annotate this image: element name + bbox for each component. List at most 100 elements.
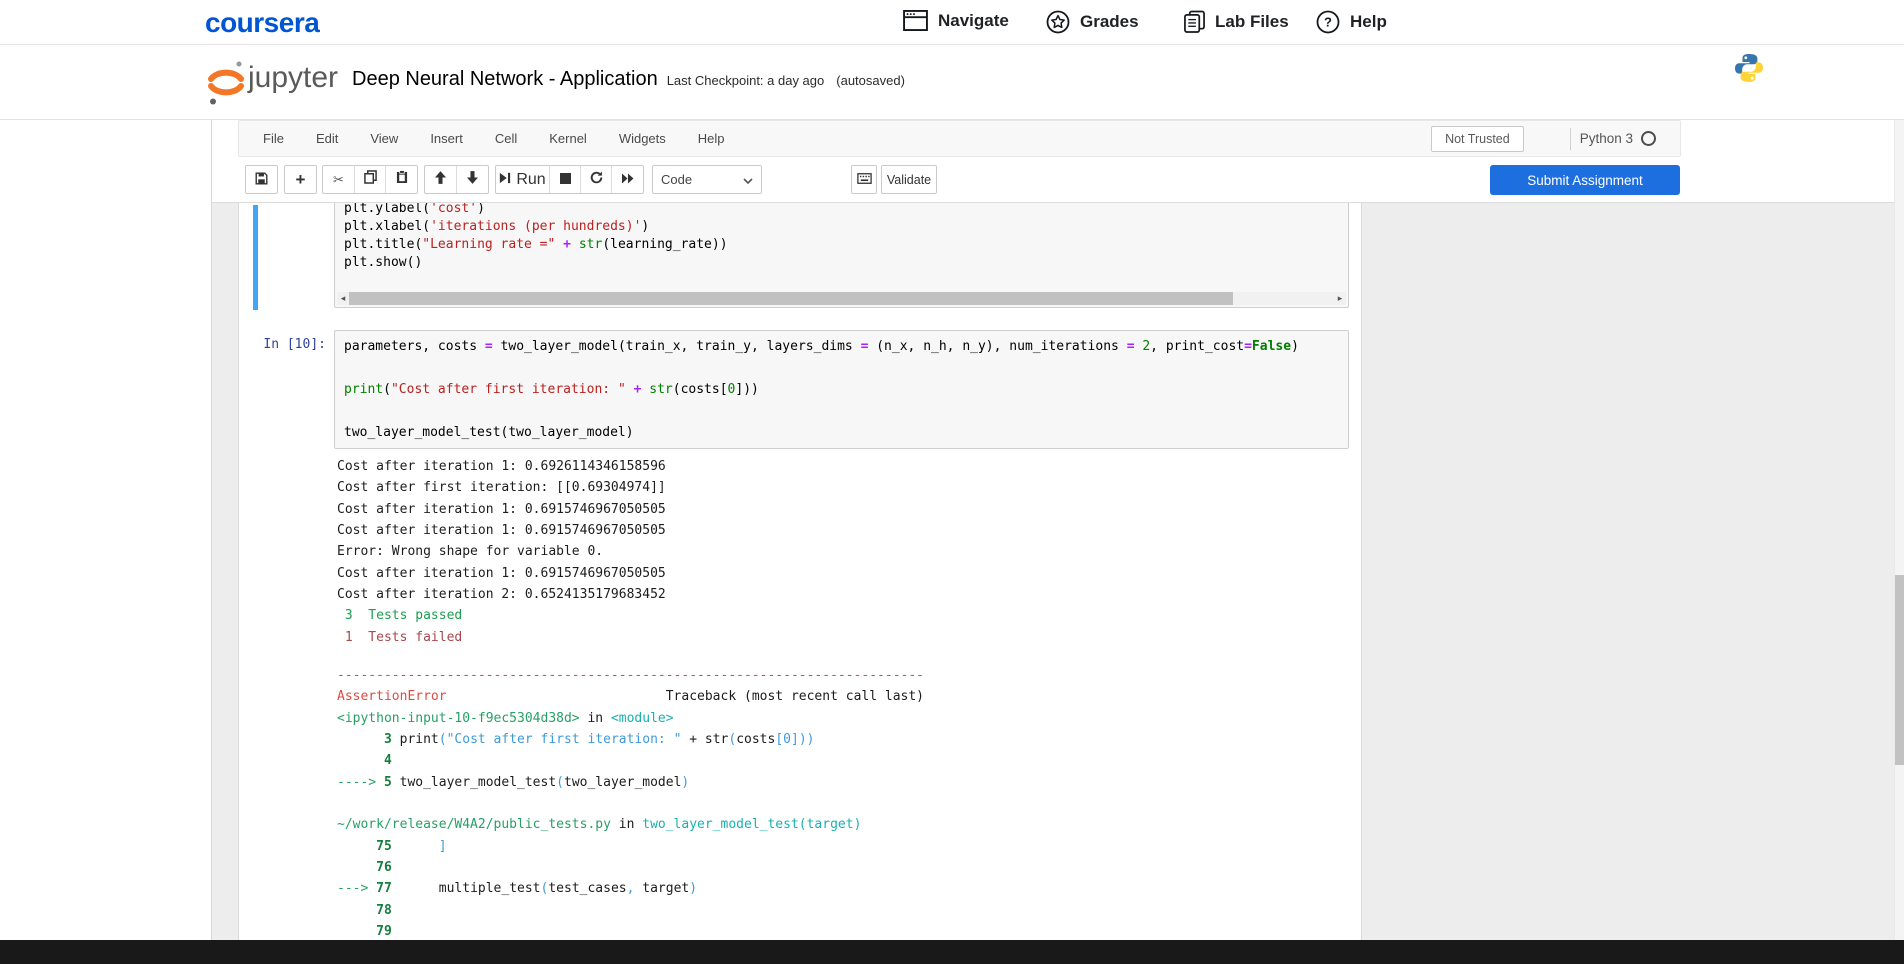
- nav-item-navigate[interactable]: Navigate: [903, 10, 1009, 31]
- lab-left-panel: [0, 120, 212, 940]
- checkpoint-status: Last Checkpoint: a day ago: [666, 73, 825, 88]
- menu-item-insert[interactable]: Insert: [414, 121, 479, 156]
- stop-icon: [559, 171, 571, 189]
- code-line: 3 print("Cost after first iteration: " +…: [383, 731, 815, 747]
- add-cell-button[interactable]: +: [284, 165, 317, 194]
- run-label: Run: [516, 170, 546, 188]
- run-button[interactable]: Run: [496, 166, 550, 193]
- code-line: 78: [376, 902, 392, 918]
- menu-item-file[interactable]: File: [247, 121, 300, 156]
- jupyter-header: jupyter Deep Neural Network - Applicatio…: [0, 46, 1904, 120]
- restart-icon: [590, 170, 603, 189]
- cut-button[interactable]: ✂: [323, 166, 355, 193]
- arrow-up-icon: [435, 170, 446, 189]
- fast-forward-icon: [621, 171, 634, 189]
- code-line: <ipython-input-10-f9ec5304d38d> in <modu…: [337, 710, 674, 726]
- documents-icon: [1184, 10, 1205, 34]
- code-line: ----> 5 two_layer_model_test(two_layer_m…: [337, 774, 690, 790]
- scissors-icon: ✂: [333, 171, 344, 187]
- nav-label: Help: [1350, 12, 1387, 31]
- menu-item-kernel[interactable]: Kernel: [533, 121, 603, 156]
- code-cell-input[interactable]: plt.ylabel('cost') plt.xlabel('iterations…: [334, 203, 1349, 308]
- stop-button[interactable]: [550, 166, 581, 193]
- stream-output-line: Cost after first iteration: [[0.69304974…: [337, 480, 666, 496]
- cell-type-value: Code: [661, 172, 693, 187]
- menu-item-view[interactable]: View: [354, 121, 414, 156]
- nav-item-lab-files[interactable]: Lab Files: [1184, 10, 1289, 34]
- page-scrollbar-thumb[interactable]: [1895, 575, 1904, 765]
- scroll-right-arrow-icon[interactable]: ▸: [1334, 292, 1346, 305]
- submit-assignment-button[interactable]: Submit Assignment: [1490, 165, 1680, 195]
- code-line: plt.ylabel('cost'): [344, 203, 485, 216]
- menu-item-widgets[interactable]: Widgets: [603, 121, 682, 156]
- restart-run-all-button[interactable]: [612, 166, 643, 193]
- code-line: plt.title("Learning rate =" + str(learni…: [344, 237, 728, 252]
- stream-output-line: 3 Tests passed: [337, 608, 463, 624]
- validate-button[interactable]: Validate: [881, 165, 937, 194]
- code-line: ~/work/release/W4A2/public_tests.py in t…: [337, 817, 862, 833]
- stream-output-area: Cost after iteration 1: 0.69261143461585…: [337, 456, 1342, 648]
- restart-kernel-button[interactable]: [581, 166, 612, 193]
- scroll-left-arrow-icon[interactable]: ◂: [337, 292, 349, 305]
- window-icon: [903, 10, 928, 31]
- paste-icon: [396, 170, 408, 189]
- notebook-container: plt.ylabel('cost') plt.xlabel('iterations…: [238, 203, 1362, 940]
- code-cell-input[interactable]: parameters, costs = two_layer_model(trai…: [334, 330, 1349, 449]
- code-line: plt.xlabel('iterations (per hundreds)'): [344, 219, 650, 234]
- autosave-status: (autosaved): [836, 73, 905, 88]
- nav-label: Grades: [1080, 12, 1139, 31]
- help-circle-icon: ?: [1316, 10, 1340, 34]
- input-prompt: In [10]:: [263, 337, 326, 352]
- code-editor[interactable]: plt.ylabel('cost') plt.xlabel('iterations…: [335, 203, 1348, 275]
- code-line: plt.show(): [344, 255, 423, 270]
- run-icon: [499, 171, 511, 189]
- copy-icon: [363, 170, 377, 189]
- move-up-button[interactable]: [425, 166, 457, 193]
- keyboard-shortcuts-button[interactable]: [851, 165, 877, 194]
- arrow-down-icon: [467, 170, 478, 189]
- jupyter-brand[interactable]: jupyter: [248, 61, 338, 95]
- save-button[interactable]: [245, 165, 278, 194]
- windows-taskbar: Type here to search ✶ ✶ M⚙ 26°C ENG 00:3…: [0, 940, 1904, 964]
- notebook-title[interactable]: Deep Neural Network - Application: [352, 68, 658, 91]
- code-line: AssertionError Traceback (most recent ca…: [337, 689, 925, 705]
- paste-button[interactable]: [386, 166, 417, 193]
- code-line: print("Cost after first iteration: " + s…: [344, 381, 759, 397]
- notebook-scroll-area[interactable]: plt.ylabel('cost') plt.xlabel('iterations…: [212, 203, 1894, 940]
- jupyter-logo-icon[interactable]: [206, 59, 246, 111]
- coursera-top-bar: coursera Navigate Grades Lab Files ? Hel…: [0, 0, 1904, 45]
- not-trusted-button[interactable]: Not Trusted: [1431, 125, 1524, 152]
- move-button-group: [424, 165, 489, 194]
- code-editor[interactable]: parameters, costs = two_layer_model(trai…: [335, 331, 1348, 448]
- code-line: parameters, costs = two_layer_model(trai…: [344, 339, 1299, 354]
- menu-item-edit[interactable]: Edit: [300, 121, 354, 156]
- separator: [1569, 127, 1571, 150]
- horizontal-scrollbar-thumb[interactable]: [349, 292, 1233, 305]
- coursera-logo[interactable]: coursera: [205, 7, 320, 39]
- page-scrollbar[interactable]: [1894, 120, 1904, 940]
- copy-button[interactable]: [355, 166, 386, 193]
- menu-item-help[interactable]: Help: [682, 121, 741, 156]
- edit-button-group: ✂: [322, 165, 418, 194]
- floppy-icon: [255, 172, 268, 188]
- nav-item-grades[interactable]: Grades: [1046, 10, 1139, 34]
- svg-text:?: ?: [1324, 15, 1332, 30]
- stream-output-line: Cost after iteration 1: 0.69157469670505…: [337, 565, 666, 581]
- code-line: two_layer_model_test(two_layer_model): [344, 424, 634, 440]
- code-line: ----------------------------------------…: [337, 668, 924, 683]
- nav-item-help[interactable]: ? Help: [1316, 10, 1387, 34]
- move-down-button[interactable]: [457, 166, 488, 193]
- code-line: ---> 77 multiple_test(test_cases, target…: [337, 881, 698, 897]
- stream-output-line: Cost after iteration 2: 0.65241351796834…: [337, 586, 666, 602]
- kernel-status-icon: [1641, 131, 1656, 146]
- code-line: 76: [376, 859, 392, 875]
- kernel-name: Python 3: [1579, 131, 1633, 146]
- nav-label: Lab Files: [1215, 12, 1289, 31]
- menu-item-cell[interactable]: Cell: [479, 121, 533, 156]
- cell-type-select[interactable]: Code: [652, 165, 762, 194]
- horizontal-scrollbar[interactable]: ◂ ▸: [337, 292, 1346, 305]
- notebook-menu-bar: File Edit View Insert Cell Kernel Widgets Help …: [238, 120, 1681, 157]
